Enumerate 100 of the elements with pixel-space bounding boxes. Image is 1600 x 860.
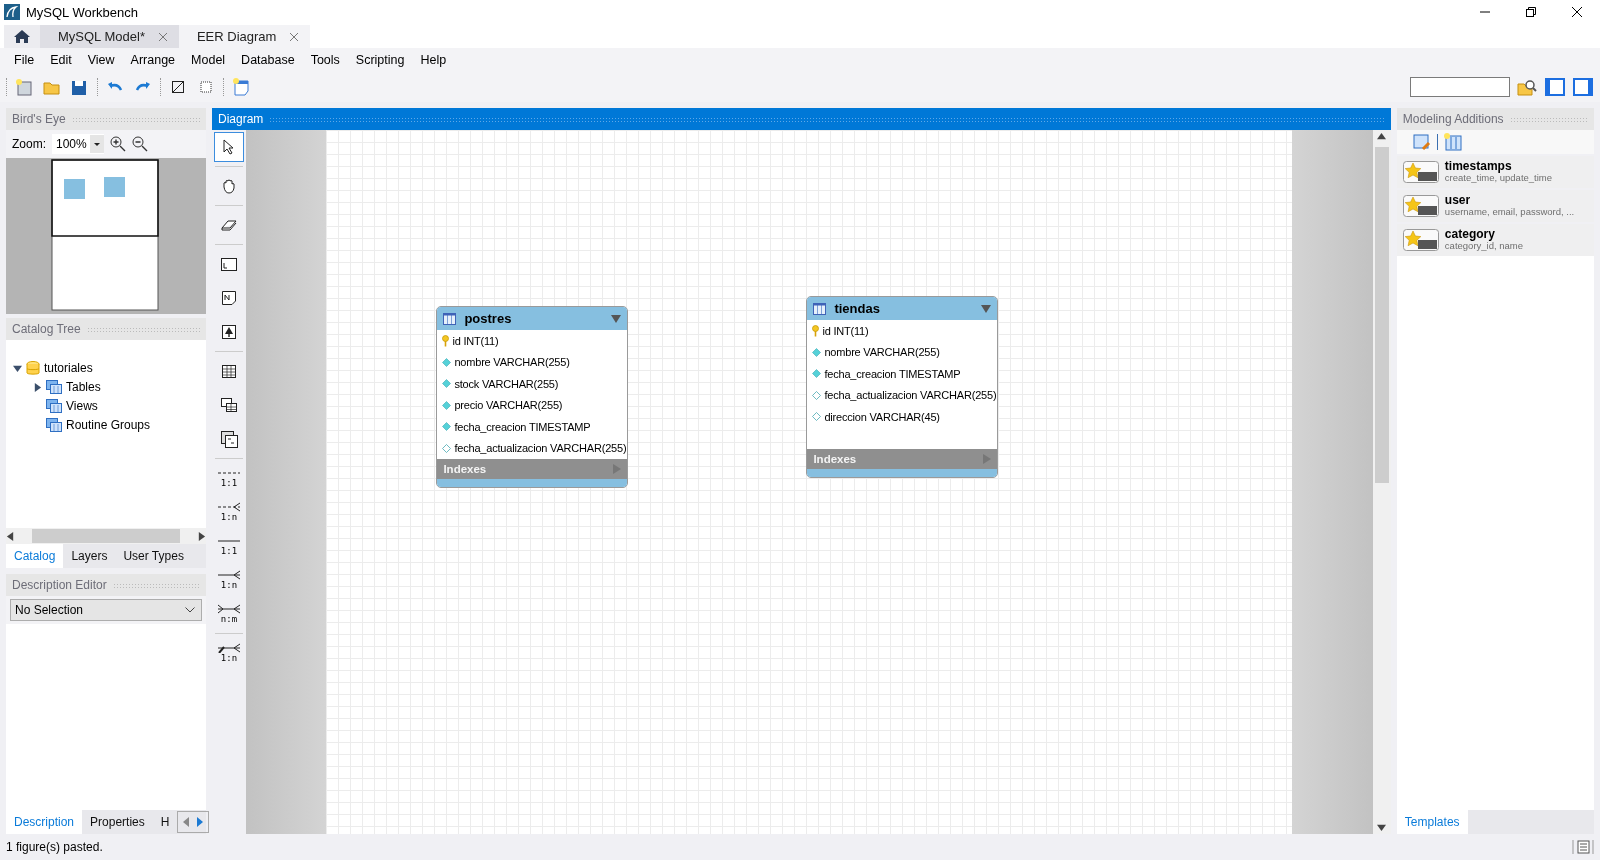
indexes-label: Indexes xyxy=(813,453,857,465)
menu-item[interactable]: Database xyxy=(233,49,303,71)
collapse-icon[interactable] xyxy=(981,304,992,313)
relationship-label: 1:1 xyxy=(220,546,238,556)
database-icon xyxy=(26,360,40,376)
table-entity[interactable]: postres id INT(11) nombre VARCHAR(255) stock VARCHAR(255) precio VARCHAR(255) fecha_creacion TIMESTAMP fecha_actualizacion VARCHAR(255) Indexes xyxy=(436,306,629,488)
panel-tab[interactable]: H xyxy=(152,810,178,834)
close-icon[interactable] xyxy=(290,32,299,41)
scroll-up-icon[interactable] xyxy=(1377,132,1387,141)
zoom-label: Zoom: xyxy=(12,137,46,151)
tree-item[interactable]: Tables xyxy=(66,380,101,394)
home-tab[interactable] xyxy=(4,25,40,48)
column-text: stock VARCHAR(255) xyxy=(454,377,559,390)
grid-icon xyxy=(222,364,236,378)
menu-item[interactable]: Model xyxy=(183,49,234,71)
menu-item[interactable]: Scripting xyxy=(347,49,413,71)
template-item[interactable]: timestamps create_time, update_time xyxy=(1396,156,1594,188)
document-tab[interactable]: MySQL Model* xyxy=(40,25,179,48)
tool-button[interactable]: 1:1 xyxy=(214,463,244,493)
document-tab[interactable]: EER Diagram xyxy=(178,25,311,48)
table-icon xyxy=(443,312,457,325)
panel-tab[interactable]: Description xyxy=(6,810,83,834)
search-field[interactable] xyxy=(1410,77,1510,97)
eraser-icon xyxy=(221,219,237,231)
tree-item[interactable]: Routine Groups xyxy=(66,418,151,432)
relationship-label: 1:n xyxy=(220,653,238,663)
home-icon xyxy=(13,29,31,44)
tree-item[interactable]: Views xyxy=(66,399,98,413)
tool-button[interactable]: 1:n xyxy=(214,638,244,668)
sidebar-toggle-button[interactable] xyxy=(1544,76,1566,98)
right-arrow-icon xyxy=(196,817,205,827)
folder-stack-icon xyxy=(46,399,62,413)
panel-tab[interactable]: Templates xyxy=(1396,810,1468,834)
collapse-icon[interactable] xyxy=(611,314,622,323)
panel-title: Catalog Tree xyxy=(12,322,81,336)
template-item[interactable]: category category_id, name xyxy=(1396,224,1594,256)
left-sidebar-icon xyxy=(1545,78,1565,96)
table-entity[interactable]: tiendas id INT(11) nombre VARCHAR(255) fecha_creacion TIMESTAMP fecha_actualizacion VARCHAR(255) direccion VARCHAR(45) Indexes xyxy=(806,296,999,478)
column-text: id INT(11) xyxy=(822,324,869,337)
menu-item[interactable]: Edit xyxy=(42,49,80,71)
column-text: fecha_creacion TIMESTAMP xyxy=(824,367,961,380)
tab-scroll-buttons[interactable] xyxy=(177,811,210,833)
tool-button[interactable]: 1:n xyxy=(214,497,244,527)
expanded-arrow-icon[interactable] xyxy=(12,363,22,373)
column-text: nombre VARCHAR(255) xyxy=(454,356,570,369)
panel-tab[interactable]: Catalog xyxy=(6,544,64,568)
dotted-square-icon xyxy=(200,81,212,93)
tool-button[interactable]: n:m xyxy=(214,599,244,629)
template-item[interactable]: user username, email, password, ... xyxy=(1396,190,1594,222)
relationship-label: 1:n xyxy=(220,580,238,590)
zoom-in-icon[interactable] xyxy=(110,136,126,152)
right-sidebar-icon xyxy=(1573,78,1593,96)
note-icon xyxy=(222,291,236,305)
sidebar-toggle-button[interactable] xyxy=(1572,76,1594,98)
scroll-right-icon[interactable] xyxy=(197,531,206,541)
relationship-icon xyxy=(217,570,241,580)
panel-tab[interactable]: Properties xyxy=(82,810,153,834)
minimap-drawing[interactable] xyxy=(6,158,206,314)
scroll-left-icon[interactable] xyxy=(6,531,15,541)
template-fields: create_time, update_time xyxy=(1444,172,1553,183)
column-text: direccion VARCHAR(45) xyxy=(824,410,940,423)
column-text: fecha_actualizacion VARCHAR(255) xyxy=(454,442,627,455)
panel-title: Modeling Additions xyxy=(1402,112,1504,126)
close-icon[interactable] xyxy=(158,32,167,41)
relationship-icon xyxy=(217,502,241,512)
stacked-grid-icon xyxy=(221,398,237,412)
menu-item[interactable]: View xyxy=(79,49,123,71)
selection-dropdown[interactable]: No Selection xyxy=(10,599,202,621)
menu-item[interactable]: Tools xyxy=(302,49,348,71)
zoom-dropdown[interactable]: 100% xyxy=(52,134,104,154)
zoom-out-icon[interactable] xyxy=(132,136,148,152)
template-name: user xyxy=(1444,195,1472,206)
column-text: fecha_creacion TIMESTAMP xyxy=(454,420,591,433)
horizontal-scrollbar[interactable] xyxy=(6,528,206,544)
folder-stack-icon xyxy=(46,418,62,432)
panel-tab[interactable]: User Types xyxy=(115,544,192,568)
collapsed-arrow-icon[interactable] xyxy=(32,382,42,392)
column-text: id INT(11) xyxy=(452,334,499,347)
star-template-icon xyxy=(1402,161,1439,183)
output-panel-icon[interactable] xyxy=(1572,839,1594,855)
template-name: timestamps xyxy=(1444,161,1513,172)
edit-table-icon[interactable] xyxy=(1412,133,1431,151)
column-text: nombre VARCHAR(255) xyxy=(824,346,940,359)
tree-item[interactable]: tutoriales xyxy=(44,361,93,375)
relationship-icon xyxy=(217,643,241,653)
menu-item[interactable]: Arrange xyxy=(122,49,184,71)
template-name: category xyxy=(1444,229,1496,240)
folder-stack-icon xyxy=(46,380,62,394)
tool-button[interactable]: 1:1 xyxy=(214,531,244,561)
menu-item[interactable]: File xyxy=(6,49,43,71)
new-diagram-button[interactable] xyxy=(230,76,252,98)
menu-item[interactable]: Help xyxy=(412,49,455,71)
scroll-down-icon[interactable] xyxy=(1377,823,1387,832)
status-message: 1 figure(s) pasted. xyxy=(6,840,103,854)
indexes-label: Indexes xyxy=(443,463,487,475)
panel-tab[interactable]: Layers xyxy=(63,544,116,568)
tool-button[interactable]: 1:n xyxy=(214,565,244,595)
search-icon xyxy=(1517,78,1537,96)
relationship-label: n:m xyxy=(220,614,238,624)
star-template-icon xyxy=(1402,229,1439,251)
